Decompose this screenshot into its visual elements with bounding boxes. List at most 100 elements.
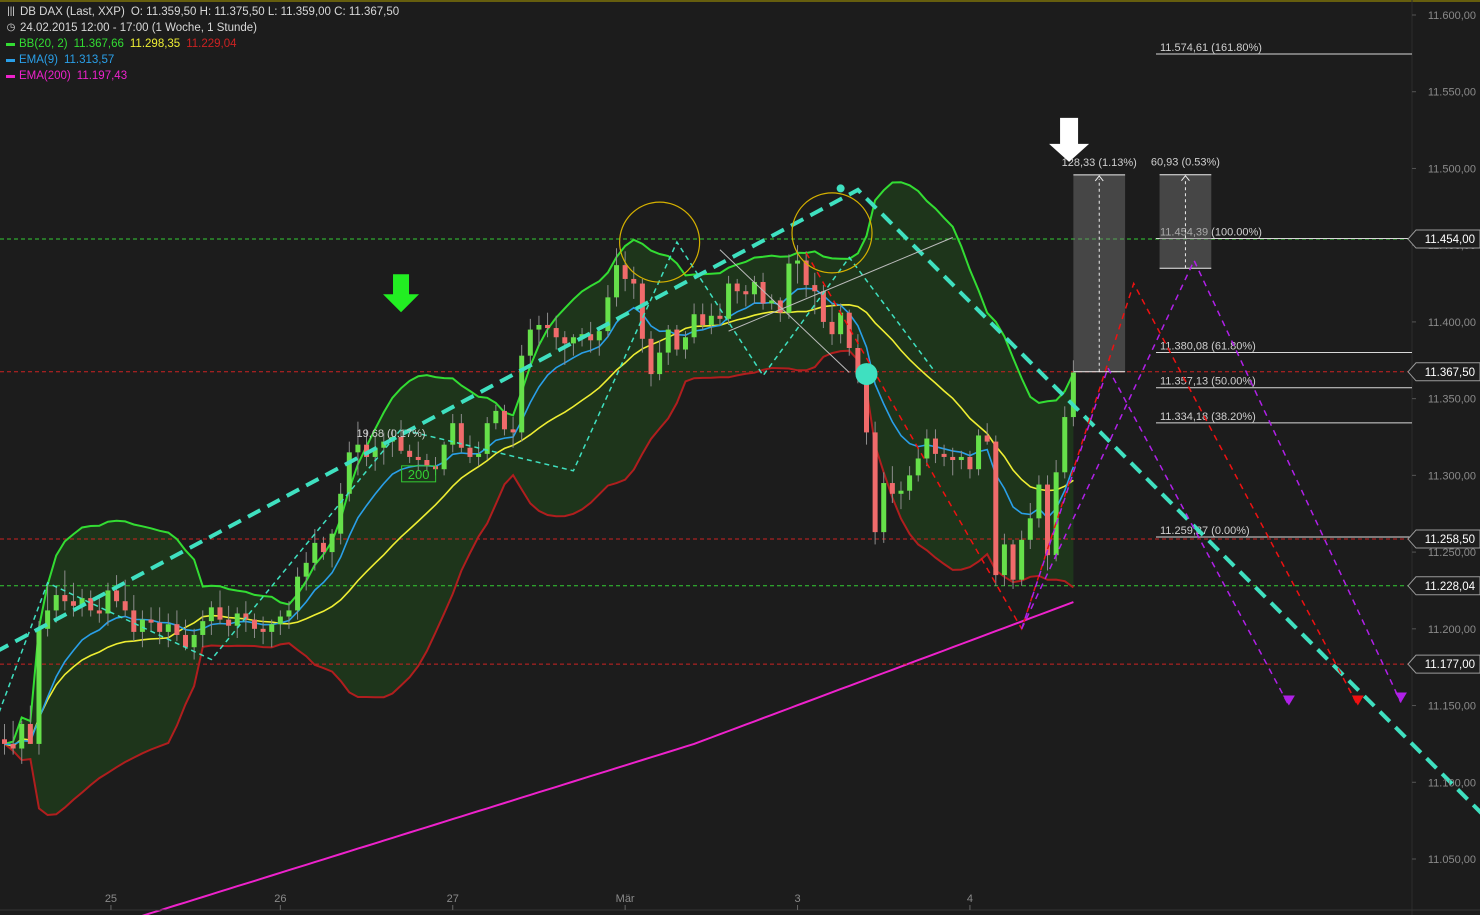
level-tag-text: 11.454,00 bbox=[1425, 234, 1475, 246]
level-tag-text: 11.367,50 bbox=[1425, 367, 1475, 379]
candle-body bbox=[53, 595, 59, 611]
candle-body bbox=[260, 628, 266, 632]
candle-body bbox=[467, 447, 473, 457]
fib-label-5: 11.259,87 (0.00%) bbox=[1160, 525, 1250, 537]
candle-body bbox=[657, 352, 663, 375]
candle-body bbox=[691, 314, 697, 338]
candle-body bbox=[2, 739, 7, 744]
candle-body bbox=[493, 410, 499, 424]
candle-body bbox=[441, 444, 447, 470]
measure-label-1: 60,93 (0.53%) bbox=[1151, 157, 1220, 169]
candle-body bbox=[596, 331, 602, 341]
y-tick-label: 11.250,00 bbox=[1428, 547, 1476, 559]
swing-annotation: 19,68 (0.17%) bbox=[356, 428, 425, 440]
legend-timeframe-row: ◷ 24.02.2015 12:00 - 17:00 (1 Woche, 1 S… bbox=[6, 20, 399, 36]
legend-ema200-row[interactable]: EMA(200) 11.197,43 bbox=[6, 68, 399, 84]
candle-body bbox=[941, 453, 947, 457]
candle-body bbox=[165, 624, 171, 632]
candle-body bbox=[122, 601, 128, 611]
trend-anchor bbox=[836, 184, 845, 193]
ema9-label: EMA(9) bbox=[19, 54, 58, 66]
candle-body bbox=[1070, 372, 1076, 418]
candle-body bbox=[312, 542, 318, 563]
candle-body bbox=[501, 410, 507, 430]
x-tick-label: 3 bbox=[794, 893, 800, 905]
candle-body bbox=[174, 624, 180, 635]
y-tick-label: 11.600,00 bbox=[1428, 10, 1476, 22]
candle-body bbox=[346, 452, 352, 494]
candle-body bbox=[562, 337, 568, 344]
clock-icon: ◷ bbox=[6, 22, 16, 33]
candle-body bbox=[1062, 417, 1068, 473]
candle-body bbox=[1010, 544, 1016, 580]
candle-body bbox=[950, 456, 956, 461]
x-tick-label: 25 bbox=[105, 893, 117, 905]
bb-label: BB(20, 2) bbox=[19, 38, 68, 50]
candle-body bbox=[812, 285, 818, 292]
candle-body bbox=[1027, 518, 1033, 540]
candle-body bbox=[295, 576, 301, 611]
candle-body bbox=[476, 453, 482, 457]
ema9-swatch bbox=[6, 58, 15, 62]
candle-body bbox=[191, 634, 197, 648]
box-200-label: 200 bbox=[408, 467, 430, 482]
candle-body bbox=[967, 456, 973, 470]
y-tick-label: 11.550,00 bbox=[1428, 87, 1476, 99]
candle-body bbox=[984, 435, 990, 442]
candle-body bbox=[320, 542, 326, 553]
candle-body bbox=[795, 260, 801, 264]
measure-label-0: 128,33 (1.13%) bbox=[1062, 157, 1137, 169]
bb-mid-value: 11.298,35 bbox=[129, 38, 181, 50]
bb-swatch bbox=[6, 42, 15, 46]
candle-body bbox=[286, 610, 292, 617]
candle-body bbox=[614, 265, 620, 298]
candle-body bbox=[27, 723, 33, 744]
level-tag-text: 11.258,50 bbox=[1425, 534, 1475, 546]
candle-body bbox=[1053, 472, 1059, 556]
bb-lower-value: 11.229,04 bbox=[186, 38, 237, 50]
price-chart[interactable]: 11.574,61 (161.80%)11.454,39 (100.00%)11… bbox=[0, 0, 1480, 915]
signal-dot bbox=[855, 363, 878, 386]
candle-body bbox=[70, 601, 76, 606]
x-tick-label: Mär bbox=[616, 893, 635, 905]
ohlc-values: O: 11.359,50 H: 11.375,50 L: 11.359,00 C… bbox=[130, 6, 400, 18]
candle-body bbox=[708, 315, 714, 325]
legend-bb-row[interactable]: BB(20, 2) 11.367,66 11.298,35 11.229,04 bbox=[6, 36, 399, 52]
candle-body bbox=[19, 723, 25, 749]
candle-body bbox=[958, 456, 964, 461]
candle-body bbox=[726, 283, 732, 319]
level-tag-text: 11.228,04 bbox=[1425, 581, 1476, 593]
candle-body bbox=[907, 475, 913, 491]
y-tick-label: 11.050,00 bbox=[1428, 854, 1476, 866]
candle-body bbox=[251, 619, 257, 629]
ema200-value: 11.197,43 bbox=[76, 70, 128, 82]
candle-body bbox=[105, 590, 111, 614]
candle-body bbox=[898, 490, 904, 494]
candle-body bbox=[889, 483, 895, 494]
candle-body bbox=[355, 444, 361, 453]
ema200-label: EMA(200) bbox=[19, 70, 71, 82]
candle-body bbox=[674, 329, 680, 350]
candle-body bbox=[734, 283, 740, 292]
chart-legend: ||| DB DAX (Last, XXP) O: 11.359,50 H: 1… bbox=[6, 4, 399, 84]
y-tick-label: 11.100,00 bbox=[1428, 777, 1476, 789]
y-tick-label: 11.300,00 bbox=[1428, 470, 1476, 482]
candle-body bbox=[415, 456, 421, 461]
timeframe: 24.02.2015 12:00 - 17:00 (1 Woche, 1 Stu… bbox=[20, 22, 257, 34]
candle-body bbox=[114, 590, 120, 602]
legend-ema9-row[interactable]: EMA(9) 11.313,57 bbox=[6, 52, 399, 68]
candle-body bbox=[639, 283, 645, 339]
y-tick-label: 11.400,00 bbox=[1428, 317, 1476, 329]
ema200-swatch bbox=[6, 74, 15, 78]
y-tick-label: 11.350,00 bbox=[1428, 394, 1476, 406]
candle-body bbox=[993, 441, 999, 576]
symbol-name: DB DAX (Last, XXP) bbox=[20, 6, 125, 18]
candle-body bbox=[682, 337, 688, 350]
candle-body bbox=[700, 314, 706, 325]
candle-body bbox=[139, 619, 145, 632]
ema9-value: 11.313,57 bbox=[63, 54, 115, 66]
candle-body bbox=[183, 634, 189, 648]
fib-label-0: 11.574,61 (161.80%) bbox=[1160, 42, 1262, 54]
candle-body bbox=[157, 622, 163, 632]
candle-body bbox=[872, 432, 878, 533]
